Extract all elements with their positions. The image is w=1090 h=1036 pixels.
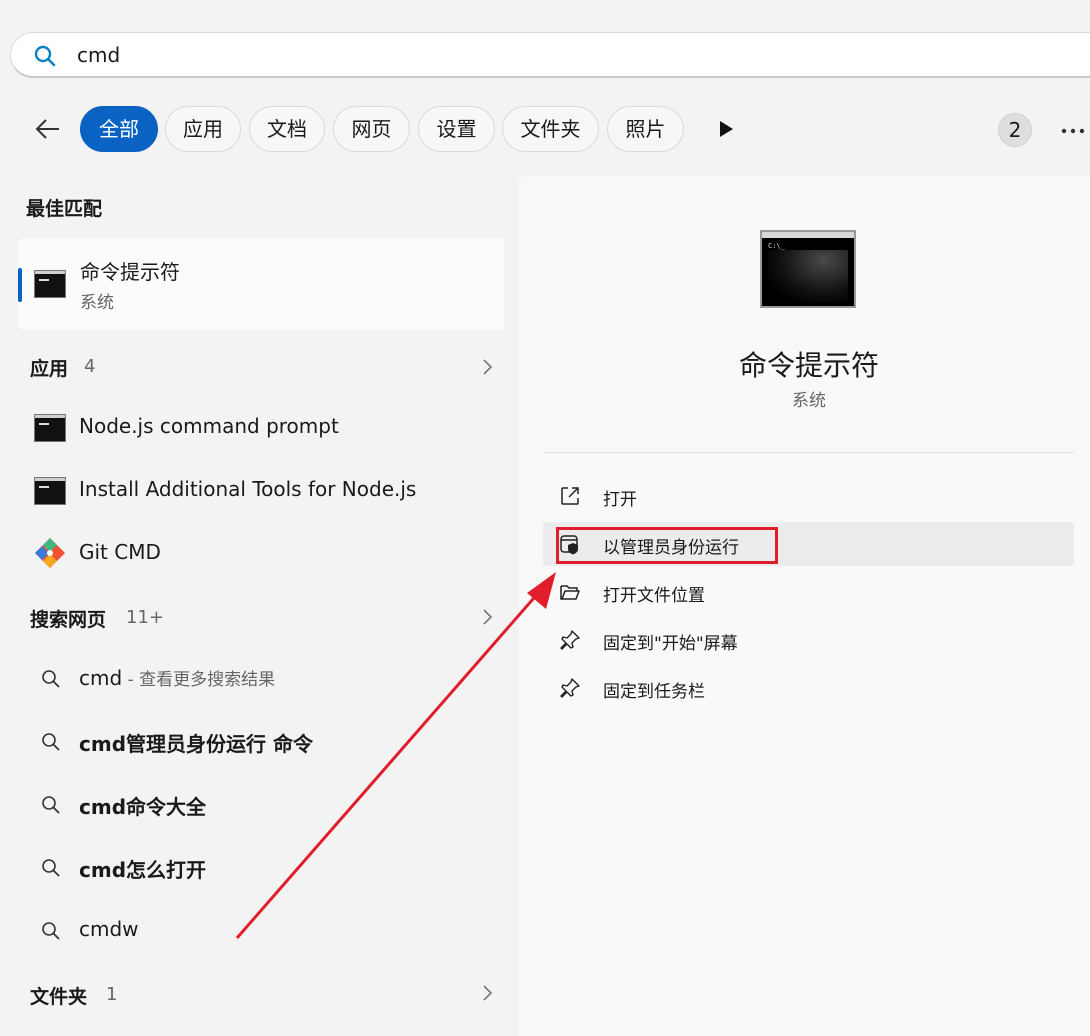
action-label: 固定到"开始"屏幕: [603, 634, 738, 654]
action-open-file-location[interactable]: 打开文件位置: [543, 570, 1074, 614]
action-pin-to-taskbar[interactable]: 固定到任务栏: [543, 666, 1074, 710]
more-options-icon[interactable]: [1060, 128, 1086, 134]
action-label: 固定到任务栏: [603, 682, 705, 702]
web-result-item[interactable]: cmdw: [79, 917, 139, 941]
action-pin-to-start[interactable]: 固定到"开始"屏幕: [543, 618, 1074, 662]
web-result-item[interactable]: cmd怎么打开: [79, 854, 206, 883]
web-count: 11+: [126, 607, 164, 628]
web-heading[interactable]: 搜索网页: [30, 605, 106, 632]
web-search-icon: [42, 733, 60, 751]
pin-icon: [560, 630, 580, 650]
detail-title: 命令提示符: [738, 349, 879, 382]
filter-chip-folders[interactable]: 文件夹: [502, 106, 599, 152]
web-search-icon: [42, 859, 60, 877]
cmd-large-icon: C:\_: [760, 230, 856, 308]
selection-indicator: [18, 268, 22, 302]
cmd-icon-caption: C:\_: [768, 242, 785, 250]
filter-chip-settings[interactable]: 设置: [418, 106, 495, 152]
filter-chip-web[interactable]: 网页: [333, 106, 410, 152]
more-filters-play-icon[interactable]: [718, 120, 734, 138]
web-result-text: cmdw: [79, 917, 139, 941]
filter-chip-apps[interactable]: 应用: [165, 106, 241, 152]
folder-open-icon: [560, 585, 580, 600]
web-result-suffix: - 查看更多搜索结果: [122, 670, 276, 690]
detail-divider: [543, 452, 1074, 453]
folders-count: 1: [106, 984, 118, 1005]
web-result-item[interactable]: cmd命令大全: [79, 791, 206, 820]
back-arrow-icon[interactable]: [32, 114, 62, 144]
filter-chip-docs[interactable]: 文档: [249, 106, 325, 152]
search-box[interactable]: cmd: [10, 32, 1090, 78]
apps-heading[interactable]: 应用: [30, 354, 68, 381]
app-item-nodejs-tools[interactable]: Install Additional Tools for Node.js: [79, 477, 416, 501]
git-icon: [35, 538, 65, 568]
rewards-badge[interactable]: 2: [998, 113, 1032, 147]
pin-icon: [560, 678, 580, 698]
best-match-card[interactable]: 命令提示符 系统: [18, 238, 504, 330]
best-match-heading: 最佳匹配: [26, 198, 103, 220]
app-item-git-cmd[interactable]: Git CMD: [79, 540, 161, 564]
web-search-icon: [42, 922, 60, 940]
filter-chip-all[interactable]: 全部: [80, 106, 158, 152]
web-result-text: cmd: [79, 666, 123, 690]
folders-chevron-right-icon[interactable]: [481, 984, 493, 1002]
search-input[interactable]: cmd: [77, 43, 120, 67]
best-match-subtitle: 系统: [80, 293, 114, 313]
action-label: 打开文件位置: [603, 586, 705, 606]
app-item-nodejs-prompt[interactable]: Node.js command prompt: [79, 414, 339, 438]
open-external-icon: [561, 487, 579, 505]
web-chevron-right-icon[interactable]: [481, 608, 493, 626]
action-label: 打开: [603, 490, 637, 510]
apps-chevron-right-icon[interactable]: [481, 358, 493, 376]
action-open[interactable]: 打开: [543, 474, 1074, 518]
annotation-highlight-box: [556, 527, 778, 564]
search-icon: [34, 45, 56, 67]
best-match-title: 命令提示符: [80, 260, 180, 284]
web-result-item[interactable]: cmd管理员身份运行 命令: [79, 728, 313, 757]
filter-chip-photos[interactable]: 照片: [607, 106, 684, 152]
nodejs-tools-icon: [34, 477, 66, 505]
apps-count: 4: [84, 356, 96, 377]
web-result-item[interactable]: cmd - 查看更多搜索结果: [79, 665, 275, 690]
web-search-icon: [42, 796, 60, 814]
folders-heading[interactable]: 文件夹: [30, 982, 87, 1009]
detail-subtitle: 系统: [792, 391, 826, 411]
web-search-icon: [42, 670, 60, 688]
cmd-app-icon: [34, 270, 66, 298]
nodejs-prompt-icon: [34, 414, 66, 442]
